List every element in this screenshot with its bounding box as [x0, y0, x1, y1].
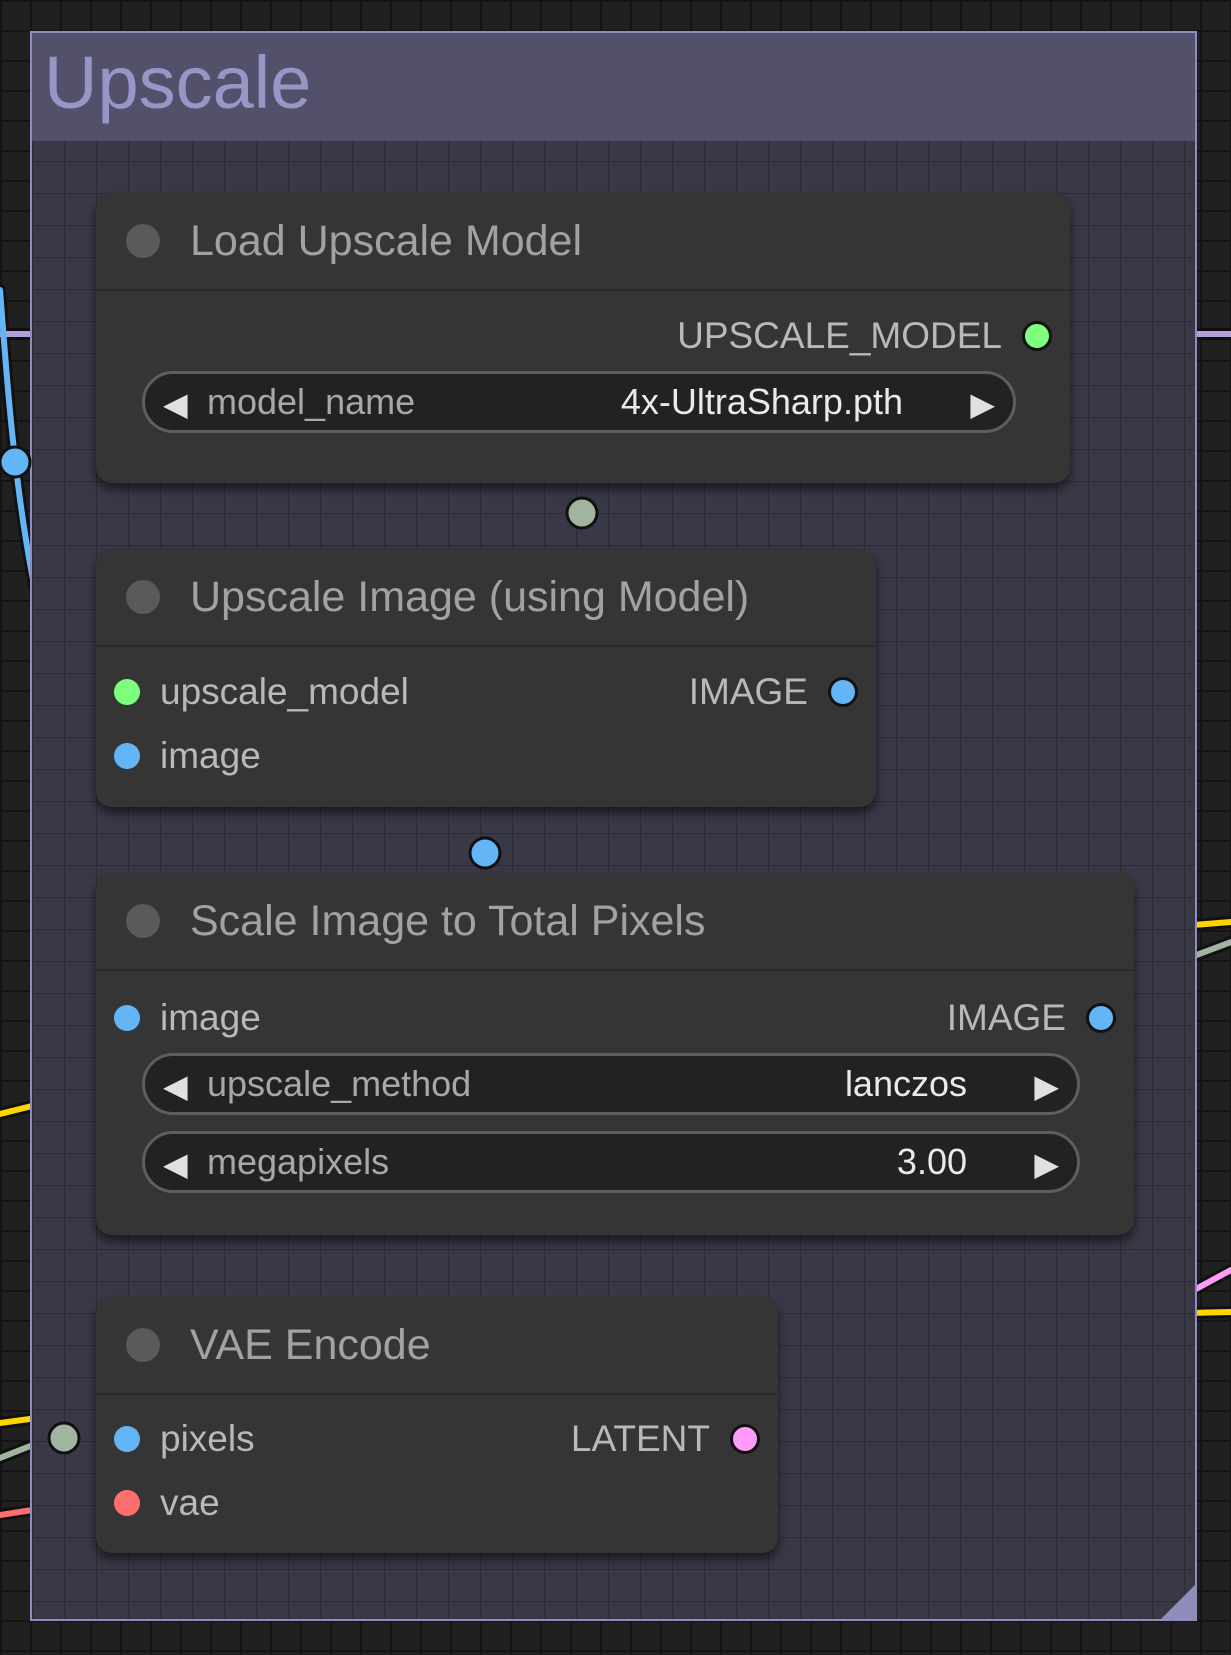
- input-slot-upscale-model[interactable]: [114, 679, 140, 705]
- collapse-dot-icon[interactable]: [126, 904, 160, 938]
- link-midpoint-dot: [565, 496, 599, 530]
- node-title: Scale Image to Total Pixels: [190, 896, 706, 945]
- increment-arrow-icon[interactable]: ▶: [1034, 1147, 1059, 1181]
- node-scale-image-to-total-pixels[interactable]: Scale Image to Total Pixels image IMAGE …: [96, 873, 1134, 1235]
- node-title-bar[interactable]: Scale Image to Total Pixels: [96, 873, 1134, 971]
- node-upscale-image-using-model[interactable]: Upscale Image (using Model) upscale_mode…: [96, 549, 876, 807]
- output-row: UPSCALE_MODEL: [96, 311, 1070, 361]
- link-midpoint-dot: [468, 836, 502, 870]
- input-row: upscale_model IMAGE: [96, 667, 876, 717]
- node-title: Load Upscale Model: [190, 216, 583, 265]
- collapse-dot-icon[interactable]: [126, 224, 160, 258]
- collapse-dot-icon[interactable]: [126, 580, 160, 614]
- widget-value: lanczos: [844, 1063, 967, 1104]
- output-label: UPSCALE_MODEL: [677, 315, 1002, 356]
- node-vae-encode[interactable]: VAE Encode pixels LATENT vae: [96, 1297, 778, 1553]
- increment-arrow-icon[interactable]: ▶: [970, 387, 995, 421]
- increment-arrow-icon[interactable]: ▶: [1034, 1069, 1059, 1103]
- output-slot-latent[interactable]: [730, 1424, 760, 1454]
- input-row: image: [96, 731, 876, 781]
- node-title: Upscale Image (using Model): [190, 572, 750, 621]
- node-title-bar[interactable]: Upscale Image (using Model): [96, 549, 876, 647]
- model-name-combo[interactable]: ◀ model_name 4x-UltraSharp.pth ▶: [142, 371, 1016, 433]
- upscale-method-combo[interactable]: ◀ upscale_method lanczos ▶: [142, 1053, 1080, 1115]
- megapixels-number-widget[interactable]: ◀ megapixels 3.00 ▶: [142, 1131, 1080, 1193]
- node-title-bar[interactable]: VAE Encode: [96, 1297, 778, 1395]
- link-midpoint-dot: [0, 445, 32, 479]
- input-row: image IMAGE: [96, 993, 1134, 1043]
- input-label: image: [160, 997, 261, 1038]
- decrement-arrow-icon[interactable]: ◀: [163, 1147, 188, 1181]
- output-label: IMAGE: [946, 997, 1066, 1038]
- decrement-arrow-icon[interactable]: ◀: [163, 1069, 188, 1103]
- node-load-upscale-model[interactable]: Load Upscale Model UPSCALE_MODEL ◀ model…: [96, 193, 1070, 483]
- node-title: VAE Encode: [190, 1320, 431, 1369]
- input-slot-image[interactable]: [114, 1005, 140, 1031]
- widget-value: 3.00: [896, 1141, 967, 1182]
- input-label: upscale_model: [160, 671, 409, 712]
- input-row: vae: [96, 1478, 778, 1528]
- widget-name: upscale_method: [207, 1063, 472, 1104]
- widget-name: model_name: [207, 381, 416, 422]
- input-label: pixels: [160, 1418, 255, 1459]
- node-title-bar[interactable]: Load Upscale Model: [96, 193, 1070, 291]
- input-row: pixels LATENT: [96, 1414, 778, 1464]
- collapse-dot-icon[interactable]: [126, 1328, 160, 1362]
- widget-name: megapixels: [207, 1141, 390, 1182]
- output-slot-image[interactable]: [828, 677, 858, 707]
- input-slot-pixels[interactable]: [114, 1426, 140, 1452]
- decrement-arrow-icon[interactable]: ◀: [163, 387, 188, 421]
- input-slot-vae[interactable]: [114, 1490, 140, 1516]
- output-label: IMAGE: [688, 671, 808, 712]
- input-label: image: [160, 735, 261, 776]
- input-label: vae: [160, 1482, 220, 1523]
- input-slot-image[interactable]: [114, 743, 140, 769]
- output-slot-image[interactable]: [1086, 1003, 1116, 1033]
- output-slot-upscale-model[interactable]: [1022, 321, 1052, 351]
- widget-value: 4x-UltraSharp.pth: [620, 381, 903, 422]
- link-midpoint-dot: [47, 1421, 81, 1455]
- output-label: LATENT: [570, 1418, 710, 1459]
